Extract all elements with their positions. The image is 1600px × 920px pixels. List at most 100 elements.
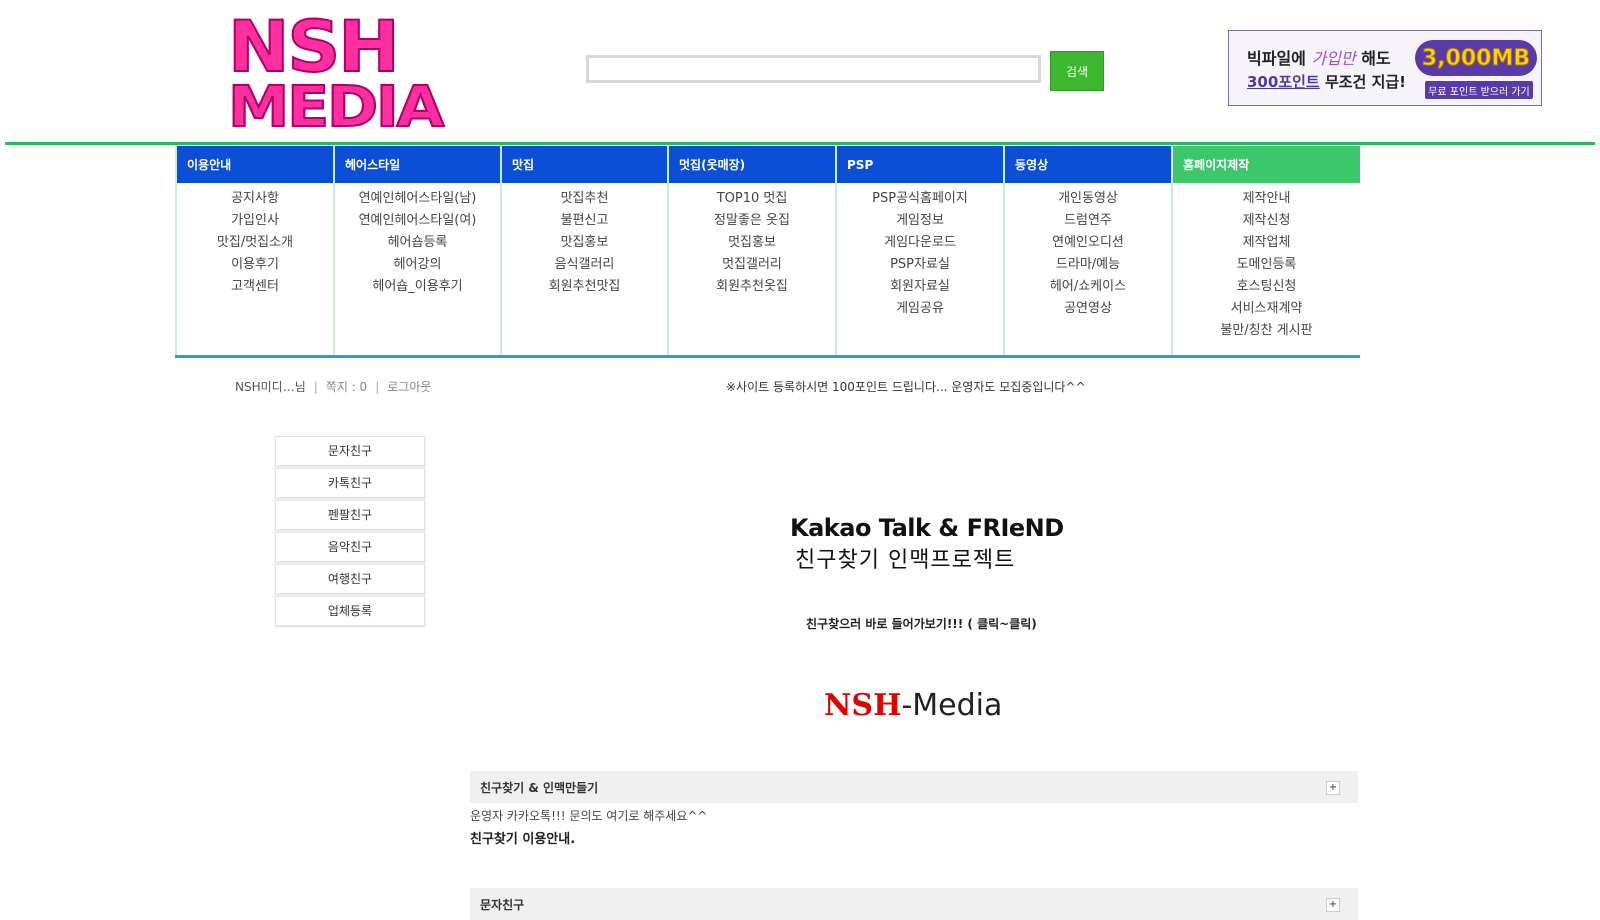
nav-submenu-item[interactable]: 연예인헤어스타일(여) (335, 211, 500, 233)
side-menu: 문자친구 카톡친구 펜팔친구 음악친구 여행친구 업체등록 (275, 436, 425, 628)
plus-icon[interactable]: + (1326, 781, 1340, 795)
nav-submenu-item[interactable]: 불편신고 (502, 211, 667, 233)
nav-submenu-item[interactable]: 고객센터 (177, 277, 333, 299)
banner-big-text: 3,000MB (1415, 40, 1537, 76)
logo-line2: MEDIA (227, 75, 445, 140)
panel-title: 친구찾기 & 인맥만들기 (480, 781, 599, 795)
site-logo[interactable]: NSH MEDIA (227, 6, 450, 137)
nav-submenu-item[interactable]: 헤어강의 (335, 255, 500, 277)
nav-submenu-item[interactable]: 서비스재계약 (1173, 299, 1360, 321)
brand-rest: -Media (901, 688, 1003, 723)
nav-submenu-item[interactable]: 멋집갤러리 (669, 255, 835, 277)
nav-tab[interactable]: 동영상 (1005, 146, 1171, 183)
separator: | (313, 380, 318, 394)
nav-submenu-item[interactable]: 회원추천옷집 (669, 277, 835, 299)
nav-submenu-item[interactable]: 연예인오디션 (1005, 233, 1171, 255)
nav-column: 홈페이지제작 제작안내 제작신청 제작업체 도메인등록 호스팅신청 서비스재계약 불만/칭찬 … (1173, 146, 1360, 355)
nav-submenu-item[interactable]: 정말좋은 옷집 (669, 211, 835, 233)
nav-submenu: 제작안내 제작신청 제작업체 도메인등록 호스팅신청 서비스재계약 불만/칭찬 게시판 (1173, 183, 1360, 343)
panel-header: 문자친구 + (470, 888, 1358, 920)
user-name[interactable]: NSH미디…님 (235, 380, 306, 394)
nav-submenu-item[interactable]: 드라마/예능 (1005, 255, 1171, 277)
header-divider (5, 142, 1595, 145)
nav-submenu: 맛집추천 불편신고 맛집홍보 음식갤러리 회원추천맛집 (502, 183, 667, 299)
user-status: NSH미디…님 | 쪽지 : 0 | 로그아웃 (235, 378, 431, 395)
side-menu-item[interactable]: 업체등록 (275, 596, 425, 626)
nav-submenu-item[interactable]: 제작안내 (1173, 189, 1360, 211)
panel-list: 운영자 카카오톡!!! 문의도 여기로 해주세요^^ 친구찾기 이용안내. (470, 804, 707, 852)
nav-submenu: 연예인헤어스타일(남) 연예인헤어스타일(여) 헤어숍등록 헤어강의 헤어숍_이용후기 (335, 183, 500, 299)
nav-submenu: 공지사항 가입인사 맛집/멋집소개 이용후기 고객센터 (177, 183, 333, 299)
nav-tab[interactable]: 멋집(옷매장) (669, 146, 835, 183)
nav-submenu-item[interactable]: 가입인사 (177, 211, 333, 233)
banner-line2: 300포인트 무조건 지급! (1247, 71, 1406, 92)
nav-submenu-item[interactable]: PSP공식홈페이지 (837, 189, 1003, 211)
nav-submenu-item[interactable]: 제작업체 (1173, 233, 1360, 255)
nav-submenu-item[interactable]: 맛집/멋집소개 (177, 233, 333, 255)
nav-submenu-item[interactable]: 게임다운로드 (837, 233, 1003, 255)
panel-title: 문자친구 (480, 898, 525, 912)
nav-submenu-item[interactable]: 회원추천맛집 (502, 277, 667, 299)
nav-submenu-item[interactable]: 연예인헤어스타일(남) (335, 189, 500, 211)
logo-line1: NSH (227, 6, 401, 88)
banner-highlight: 가입만 (1311, 49, 1356, 68)
banner-cta[interactable]: 무료 포인트 받으러 가기 (1425, 81, 1533, 99)
side-menu-item[interactable]: 문자친구 (275, 436, 425, 466)
brand-red: NSH (824, 688, 902, 723)
nav-submenu-item[interactable]: 도메인등록 (1173, 255, 1360, 277)
nav-tab[interactable]: 맛집 (502, 146, 667, 183)
nav-column: 이용안내 공지사항 가입인사 맛집/멋집소개 이용후기 고객센터 (175, 146, 335, 355)
nav-submenu: 개인동영상 드럼연주 연예인오디션 드라마/예능 헤어/쇼케이스 공연영상 (1005, 183, 1171, 321)
nav-column: 맛집 맛집추천 불편신고 맛집홍보 음식갤러리 회원추천맛집 (502, 146, 669, 355)
kakao-title: Kakao Talk & FRIeND (790, 514, 1064, 542)
nav-submenu-item[interactable]: TOP10 멋집 (669, 189, 835, 211)
nav-submenu-item[interactable]: 이용후기 (177, 255, 333, 277)
separator: | (375, 380, 380, 394)
nav-submenu-item[interactable]: 제작신청 (1173, 211, 1360, 233)
nav-submenu-item[interactable]: 맛집추천 (502, 189, 667, 211)
side-menu-item[interactable]: 음악친구 (275, 532, 425, 562)
nav-submenu-item[interactable]: 음식갤러리 (502, 255, 667, 277)
search-input[interactable] (586, 55, 1041, 83)
list-item[interactable]: 친구찾기 이용안내. (470, 828, 707, 852)
site-notice: ※사이트 등록하시면 100포인트 드립니다... 운영자도 모집중입니다^^ (726, 380, 1086, 394)
nav-submenu-item[interactable]: PSP자료실 (837, 255, 1003, 277)
side-menu-item[interactable]: 펜팔친구 (275, 500, 425, 530)
banner-text: 무조건 지급! (1319, 73, 1407, 91)
nav-submenu-item[interactable]: 헤어숍등록 (335, 233, 500, 255)
nav-submenu-item[interactable]: 맛집홍보 (502, 233, 667, 255)
nav-tab[interactable]: 헤어스타일 (335, 146, 500, 183)
nav-submenu-item[interactable]: 게임정보 (837, 211, 1003, 233)
nav-submenu-item[interactable]: 공지사항 (177, 189, 333, 211)
enter-link[interactable]: 친구찾으러 바로 들어가보기!!! ( 클릭~클릭) (806, 615, 1037, 632)
nav-submenu-item[interactable]: 개인동영상 (1005, 189, 1171, 211)
nav-submenu-item[interactable]: 헤어/쇼케이스 (1005, 277, 1171, 299)
nav-tab[interactable]: PSP (837, 146, 1003, 183)
nav-column: 멋집(옷매장) TOP10 멋집 정말좋은 옷집 멋집홍보 멋집갤러리 회원추천옷집 (669, 146, 837, 355)
nav-submenu-item[interactable]: 헤어숍_이용후기 (335, 277, 500, 299)
side-menu-item[interactable]: 여행친구 (275, 564, 425, 594)
logout-link[interactable]: 로그아웃 (387, 380, 431, 394)
nav-submenu-item[interactable]: 멋집홍보 (669, 233, 835, 255)
banner-points: 300포인트 (1247, 73, 1320, 91)
nav-column: 동영상 개인동영상 드럼연주 연예인오디션 드라마/예능 헤어/쇼케이스 공연영상 (1005, 146, 1173, 355)
memo-link[interactable]: 쪽지 : 0 (326, 380, 367, 394)
nav-column: PSP PSP공식홈페이지 게임정보 게임다운로드 PSP자료실 회원자료실 게임공유 (837, 146, 1005, 355)
nav-submenu-item[interactable]: 드럼연주 (1005, 211, 1171, 233)
plus-icon[interactable]: + (1326, 898, 1340, 912)
nav-submenu-item[interactable]: 공연영상 (1005, 299, 1171, 321)
kakao-subtitle: 친구찾기 인맥프로젝트 (795, 548, 1016, 573)
search-button[interactable]: 검색 (1050, 51, 1104, 91)
nav-submenu-item[interactable]: 게임공유 (837, 299, 1003, 321)
list-item[interactable]: 운영자 카카오톡!!! 문의도 여기로 해주세요^^ (470, 804, 707, 828)
nav-submenu-item[interactable]: 호스팅신청 (1173, 277, 1360, 299)
nav-submenu-item[interactable]: 불만/칭찬 게시판 (1173, 321, 1360, 343)
nav-tab[interactable]: 이용안내 (177, 146, 333, 183)
nav-submenu: PSP공식홈페이지 게임정보 게임다운로드 PSP자료실 회원자료실 게임공유 (837, 183, 1003, 321)
side-menu-item[interactable]: 카톡친구 (275, 468, 425, 498)
panel-header: 친구찾기 & 인맥만들기 + (470, 771, 1358, 803)
ad-banner[interactable]: 빅파일에 가입만 해도 300포인트 무조건 지급! 3,000MB 무료 포인… (1228, 30, 1542, 106)
nav-submenu-item[interactable]: 회원자료실 (837, 277, 1003, 299)
nav-tab[interactable]: 홈페이지제작 (1173, 146, 1360, 183)
banner-text: 빅파일에 (1247, 49, 1312, 68)
